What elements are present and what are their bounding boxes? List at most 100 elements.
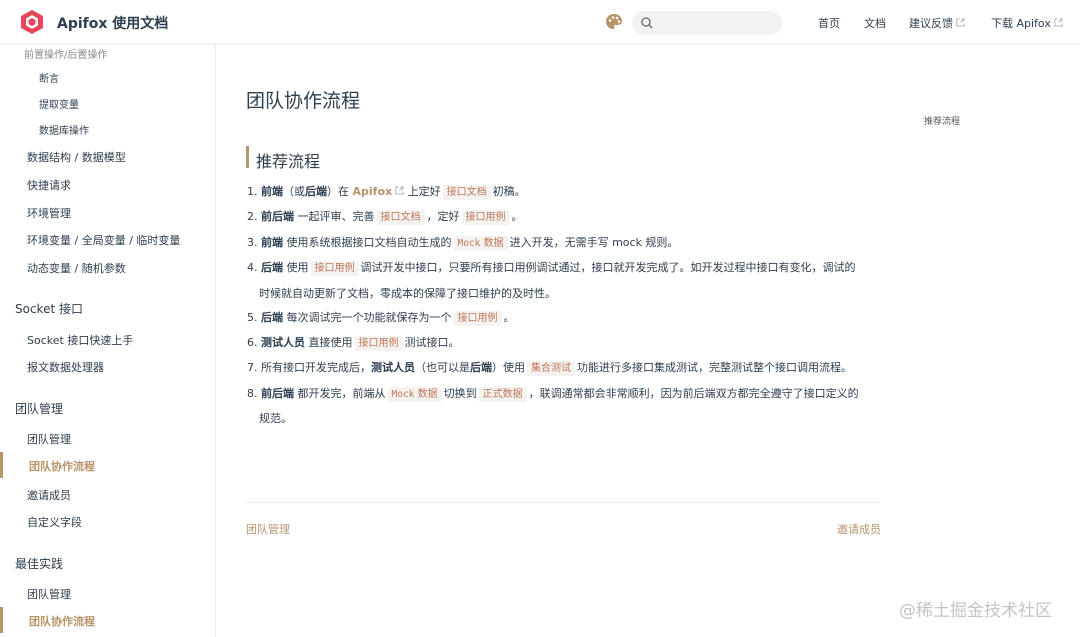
step-5: 5. 后端 每次调试完一个功能就保存为一个 接口用例。	[247, 311, 515, 326]
nav-feedback-link[interactable]: 建议反馈	[909, 15, 965, 31]
step-number: 2.	[247, 210, 258, 223]
sidebar-item-team-workflow[interactable]: 团队协作流程	[29, 458, 95, 474]
role-text: 后端	[305, 185, 327, 198]
role-text: 测试人员	[371, 361, 415, 374]
page-title: 团队协作流程	[246, 90, 361, 112]
code-word: Mock	[457, 238, 481, 249]
step-text: 切换到	[443, 387, 477, 400]
inline-code: 接口用例	[354, 336, 403, 351]
sidebar-item-invite-members[interactable]: 邀请成员	[27, 487, 71, 503]
role-text: 后端	[261, 311, 283, 324]
apifox-link[interactable]: Apifox	[353, 185, 405, 198]
sidebar: 前置操作/后置操作 断言 提取变量 数据库操作 数据结构 / 数据模型 快捷请求…	[0, 44, 216, 637]
step-text: ）使用	[492, 361, 525, 374]
step-text: 规范。	[259, 412, 292, 425]
step-8: 8. 前后端 都开发完，前端从 Mock 数据 切换到 正式数据 ，联调通常都会非常顺利…	[247, 387, 859, 402]
prev-page-link[interactable]: 团队管理	[246, 521, 290, 537]
sidebar-item-extract-variable[interactable]: 提取变量	[39, 96, 79, 111]
content-divider	[246, 502, 880, 503]
watermark: @稀土掘金技术社区	[899, 601, 1052, 621]
step-number: 5.	[247, 311, 258, 324]
inline-code: 接口用例	[310, 261, 359, 276]
step-4: 4. 后端 使用 接口用例 调试开发中接口，只要所有接口用例调试通过，接口就开发完成…	[247, 261, 856, 276]
sidebar-item-best-team-management[interactable]: 团队管理	[27, 586, 71, 602]
role-text: 测试人员	[261, 336, 305, 349]
inline-code: 集合测试	[527, 361, 575, 376]
sidebar-item-socket-quickstart[interactable]: Socket 接口快速上手	[27, 332, 133, 348]
role-text: 前端	[261, 185, 283, 198]
role-text: 前端	[261, 236, 283, 249]
step-number: 4.	[247, 261, 258, 274]
next-page-link[interactable]: 邀请成员	[837, 521, 881, 537]
external-link-icon	[1054, 18, 1063, 27]
step-text: 。	[503, 311, 515, 324]
inline-code: 接口用例	[453, 311, 502, 326]
sidebar-item-message-processor[interactable]: 报文数据处理器	[27, 359, 104, 375]
sidebar-item-custom-fields[interactable]: 自定义字段	[27, 514, 82, 530]
inline-code: 接口文档	[442, 185, 491, 200]
step-7: 7. 所有接口开发完成后，测试人员（也可以是后端）使用 集合测试 功能进行多接口集成…	[247, 361, 852, 376]
apifox-logo-icon[interactable]	[19, 9, 45, 35]
sidebar-group-best-practice[interactable]: 最佳实践	[15, 555, 63, 572]
step-text: 测试接口。	[404, 336, 460, 349]
step-1: 1. 前端（或后端）在 Apifox 上定好 接口文档 初稿。	[247, 185, 526, 200]
step-text: 上定好	[407, 185, 441, 198]
step-text: 进入开发，无需手写 mock 规则。	[509, 236, 679, 249]
sidebar-item-dynamic-variables[interactable]: 动态变量 / 随机参数	[27, 260, 126, 276]
step-text: 都开发完，前端从	[297, 387, 386, 400]
inline-code: 接口文档	[376, 210, 425, 225]
sidebar-item-pre-post-ops[interactable]: 前置操作/后置操作	[24, 46, 107, 61]
step-text: ）在	[327, 185, 349, 198]
sidebar-item-best-team-workflow[interactable]: 团队协作流程	[29, 613, 95, 629]
step-2: 2. 前后端 一起评审、完善 接口文档 ，定好 接口用例。	[247, 210, 523, 225]
step-text: 。	[511, 210, 523, 223]
sidebar-group-team[interactable]: 团队管理	[15, 400, 63, 417]
active-indicator	[0, 452, 3, 478]
external-link-icon	[956, 18, 965, 27]
section-title: 推荐流程	[256, 152, 321, 171]
nav-download-label: 下载 Apifox	[991, 17, 1051, 30]
step-8-continued: 规范。	[259, 412, 292, 426]
sidebar-item-assertion[interactable]: 断言	[39, 70, 59, 85]
step-text: 初稿。	[492, 185, 526, 198]
step-text: （也可以是	[415, 361, 470, 374]
inline-code: Mock 数据	[387, 387, 442, 402]
step-number: 8.	[247, 387, 258, 400]
step-text: 使用系统根据接口文档自动生成的	[286, 236, 452, 249]
active-indicator	[0, 607, 3, 633]
step-3: 3. 前端 使用系统根据接口文档自动生成的 Mock 数据 进入开发，无需手写 mo…	[247, 236, 678, 251]
sidebar-group-socket[interactable]: Socket 接口	[15, 300, 83, 317]
step-text: 时候就自动更新了文档，零成本的保障了接口维护的及时性。	[259, 287, 556, 300]
nav-feedback-label: 建议反馈	[909, 17, 953, 30]
step-text: （或	[283, 185, 305, 198]
step-number: 6.	[247, 336, 258, 349]
sidebar-item-team-management[interactable]: 团队管理	[27, 431, 71, 447]
role-text: 后端	[261, 261, 283, 274]
sidebar-item-data-model[interactable]: 数据结构 / 数据模型	[27, 149, 126, 165]
toc-link-recommended-flow[interactable]: 推荐流程	[923, 114, 960, 127]
palette-icon[interactable]	[604, 12, 624, 32]
code-word: 数据	[483, 238, 504, 249]
nav-download-link[interactable]: 下载 Apifox	[991, 15, 1063, 31]
inline-code: Mock 数据	[453, 236, 508, 251]
code-word: Mock	[391, 389, 415, 400]
step-6: 6. 测试人员 直接使用 接口用例 测试接口。	[247, 336, 460, 351]
search-input[interactable]	[632, 11, 782, 35]
nav-home-link[interactable]: 首页	[818, 15, 840, 31]
role-text: 前后端	[261, 387, 294, 400]
step-text: ，联调通常都会非常顺利，因为前后端双方都完全遵守了接口定义的	[528, 387, 859, 400]
sidebar-item-database-ops[interactable]: 数据库操作	[39, 122, 89, 137]
sidebar-item-quick-request[interactable]: 快捷请求	[27, 177, 71, 193]
code-word: 数据	[417, 389, 438, 400]
step-text: 直接使用	[308, 336, 353, 349]
sidebar-item-env-management[interactable]: 环境管理	[27, 205, 71, 221]
top-header: Apifox 使用文档 首页 文档 建议反馈 下载 Apifox	[0, 0, 1080, 44]
sidebar-item-env-variables[interactable]: 环境变量 / 全局变量 / 临时变量	[27, 232, 180, 248]
inline-code: 正式数据	[478, 387, 527, 402]
nav-docs-link[interactable]: 文档	[864, 15, 886, 31]
section-accent-bar	[246, 146, 249, 168]
site-brand[interactable]: Apifox 使用文档	[57, 13, 168, 33]
step-number: 1.	[247, 185, 258, 198]
step-text: 使用	[286, 261, 309, 274]
step-number: 3.	[247, 236, 258, 249]
